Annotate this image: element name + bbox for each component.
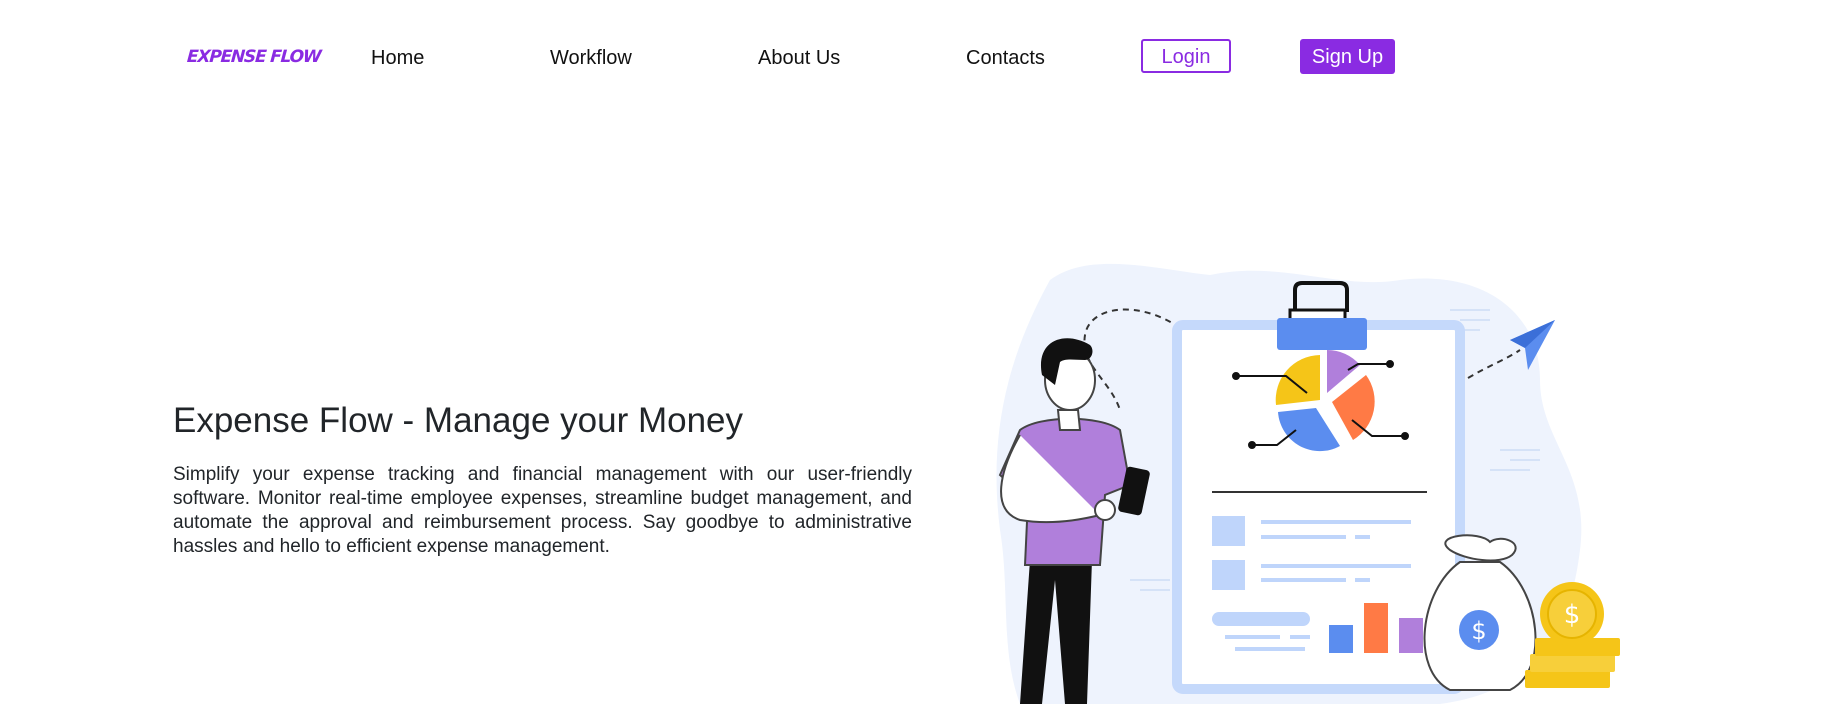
nav-link-about-us[interactable]: About Us: [758, 46, 840, 70]
hero-illustration: $ $: [996, 263, 1620, 704]
nav-link-home[interactable]: Home: [371, 46, 424, 70]
coin-dollar-sign: $: [1564, 600, 1581, 630]
login-button[interactable]: Login: [1141, 39, 1231, 73]
navbar: EXPENSE FLOW Home Workflow About Us Cont…: [0, 0, 1847, 115]
brand-logo[interactable]: EXPENSE FLOW: [186, 47, 321, 67]
dollar-sign: $: [1471, 617, 1486, 645]
signup-button[interactable]: Sign Up: [1300, 39, 1395, 74]
hero-title: Expense Flow - Manage your Money: [173, 401, 743, 440]
hero-description: Simplify your expense tracking and finan…: [173, 464, 912, 557]
nav-link-workflow[interactable]: Workflow: [550, 46, 632, 70]
nav-link-contacts[interactable]: Contacts: [966, 46, 1045, 70]
page: EXPENSE FLOW Home Workflow About Us Cont…: [0, 0, 1847, 704]
